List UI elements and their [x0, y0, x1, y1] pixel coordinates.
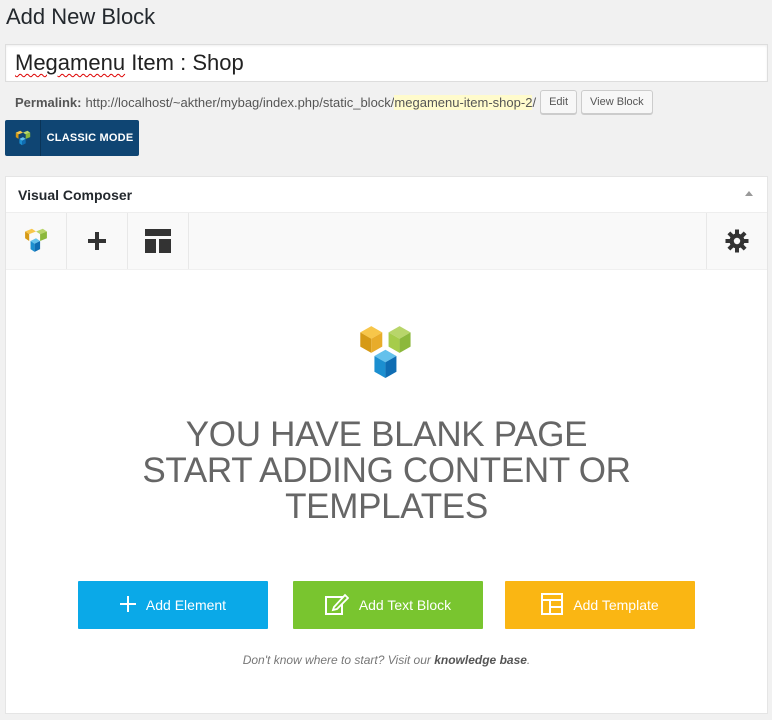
blank-page-area: YOU HAVE BLANK PAGE START ADDING CONTENT…: [6, 271, 767, 711]
add-template-button[interactable]: Add Template: [505, 581, 695, 629]
add-template-label: Add Template: [573, 597, 659, 613]
add-text-block-label: Add Text Block: [358, 597, 452, 613]
permalink-row: Permalink: http://localhost/~akther/myba…: [15, 90, 653, 114]
template-icon: [541, 592, 564, 618]
plus-icon: [119, 595, 136, 615]
blank-page-headline: YOU HAVE BLANK PAGE START ADDING CONTENT…: [6, 417, 767, 525]
panel-title: Visual Composer: [18, 186, 133, 203]
composer-toolbar: [6, 213, 767, 270]
permalink-base-url[interactable]: http://localhost/~akther/mybag/index.php…: [85, 95, 394, 110]
permalink-trailing: /: [532, 94, 537, 110]
post-title-rest: Item : Shop: [125, 50, 244, 75]
collapse-toggle-icon[interactable]: [745, 191, 753, 196]
headline-line-3: TEMPLATES: [285, 487, 488, 526]
headline-line-1: YOU HAVE BLANK PAGE: [185, 415, 588, 454]
vc-large-logo-icon: [355, 323, 419, 394]
add-element-button[interactable]: Add Element: [78, 581, 268, 629]
add-text-block-button[interactable]: Add Text Block: [293, 581, 483, 629]
gear-icon[interactable]: [706, 213, 767, 269]
add-element-label: Add Element: [145, 597, 227, 613]
view-block-button[interactable]: View Block: [581, 90, 653, 114]
add-element-plus-icon[interactable]: [67, 213, 128, 269]
knowledge-base-link[interactable]: knowledge base: [434, 653, 527, 667]
classic-mode-label: CLASSIC MODE: [46, 132, 134, 144]
visual-composer-panel: Visual Composer YOU HAVE BLANK PAGE STAR…: [5, 176, 768, 714]
spellcheck-word: Megamenu: [15, 50, 126, 75]
permalink-label: Permalink:: [15, 94, 82, 110]
headline-line-2: START ADDING CONTENT OR: [142, 451, 631, 490]
vc-logo-icon[interactable]: [6, 213, 67, 269]
edit-text-icon: [324, 593, 350, 618]
edit-permalink-button[interactable]: Edit: [540, 90, 578, 114]
help-prefix: Don't know where to start? Visit our: [242, 653, 435, 667]
classic-mode-button[interactable]: CLASSIC MODE: [5, 120, 139, 156]
panel-header[interactable]: Visual Composer: [6, 177, 767, 213]
post-title-input[interactable]: Megamenu Item : Shop: [5, 44, 768, 82]
help-suffix: .: [526, 653, 531, 667]
vc-logo-icon: [5, 120, 41, 156]
page-title: Add New Block: [6, 4, 156, 29]
permalink-slug[interactable]: megamenu-item-shop-2: [394, 94, 533, 110]
layout-icon[interactable]: [128, 213, 189, 269]
help-text: Don't know where to start? Visit our kno…: [6, 653, 767, 667]
